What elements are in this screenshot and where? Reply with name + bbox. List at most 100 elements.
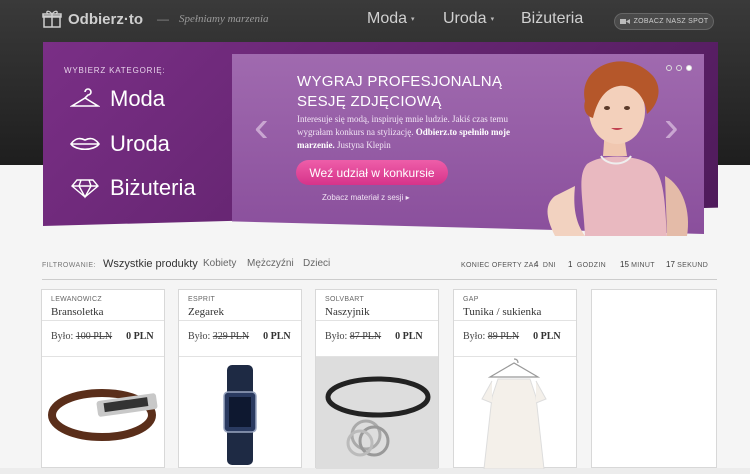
product-card[interactable]: LEWANOWICZ Bransoletka Było: 100 PLN 0 PL… xyxy=(41,289,165,468)
product-image xyxy=(316,356,438,469)
old-price: 89 PLN xyxy=(487,331,520,342)
product-card-empty xyxy=(591,289,717,468)
countdown-minutes-value: 15 xyxy=(620,260,629,269)
product-card[interactable]: GAP Tunika / sukienka Było: 89 PLN 0 PLN xyxy=(453,289,577,470)
diamond-icon xyxy=(71,179,99,199)
hanger-icon xyxy=(70,88,100,107)
slider-dot[interactable] xyxy=(666,65,672,71)
card-divider xyxy=(179,320,301,321)
tagline: Spełniamy marzenia xyxy=(179,13,269,25)
new-price: 0 PLN xyxy=(263,331,291,342)
nav-moda[interactable]: Moda ▾ xyxy=(367,10,415,28)
filter-label: FILTROWANIE: xyxy=(42,262,96,269)
filter-tab-all[interactable]: Wszystkie produkty xyxy=(103,258,198,270)
countdown-label: KONIEC OFERTY ZA: xyxy=(461,260,536,269)
product-price: Było: 100 PLN 0 PLN xyxy=(51,331,154,342)
countdown-minutes: 15 MINUT xyxy=(620,260,655,269)
countdown-days-label: DNI xyxy=(542,262,556,269)
filter-divider xyxy=(42,279,717,280)
countdown-seconds-value: 17 xyxy=(666,260,675,269)
bracelet-image xyxy=(48,389,158,441)
countdown-seconds: 17 SEKUND xyxy=(666,260,708,269)
product-brand: ESPRIT xyxy=(188,296,216,303)
new-price: 0 PLN xyxy=(126,331,154,342)
model-photo xyxy=(547,61,689,236)
logo-separator: — xyxy=(157,12,169,26)
product-price: Było: 329 PLN 0 PLN xyxy=(188,331,291,342)
was-label: Było: xyxy=(463,331,486,342)
category-uroda[interactable]: Uroda xyxy=(70,131,170,157)
filter-tab-kids[interactable]: Dzieci xyxy=(303,258,330,269)
watch-image xyxy=(223,365,257,465)
product-brand: GAP xyxy=(463,296,479,303)
countdown-hours-label: GODZIN xyxy=(576,262,606,269)
slider-dot[interactable] xyxy=(676,65,682,71)
product-brand: LEWANOWICZ xyxy=(51,296,102,303)
product-price: Było: 89 PLN 0 PLN xyxy=(463,331,561,342)
spot-button[interactable]: ZOBACZ NASZ SPOT xyxy=(614,13,714,30)
nav-uroda-label: Uroda xyxy=(443,10,487,27)
slider-dot-active[interactable] xyxy=(686,65,692,71)
new-price: 0 PLN xyxy=(395,331,423,342)
gift-icon xyxy=(42,10,62,28)
old-price: 329 PLN xyxy=(212,331,250,342)
countdown-days: 4 DNI xyxy=(534,260,556,269)
product-image xyxy=(179,356,301,469)
card-divider xyxy=(316,320,438,321)
countdown-minutes-label: MINUT xyxy=(631,262,655,269)
category-moda[interactable]: Moda xyxy=(70,86,165,112)
video-camera-icon xyxy=(619,19,630,24)
product-card[interactable]: ESPRIT Zegarek Było: 329 PLN 0 PLN xyxy=(178,289,302,468)
dress-image xyxy=(481,358,547,470)
session-link-label: Zobacz materiał z sesji xyxy=(322,193,404,202)
product-name: Zegarek xyxy=(188,306,225,318)
product-name: Tunika / sukienka xyxy=(463,306,542,318)
countdown-seconds-label: SEKUND xyxy=(677,262,709,269)
slider-dots xyxy=(666,65,692,71)
nav-bizuteria-label: Biżuteria xyxy=(521,10,584,27)
category-label: Uroda xyxy=(110,131,170,156)
countdown-days-value: 4 xyxy=(534,260,539,269)
card-divider xyxy=(454,320,576,321)
category-header: WYBIERZ KATEGORIĘ: xyxy=(64,66,166,75)
countdown-label-text: KONIEC OFERTY ZA: xyxy=(461,262,536,269)
new-price: 0 PLN xyxy=(533,331,561,342)
chevron-down-icon: ▾ xyxy=(411,16,415,23)
category-label: Moda xyxy=(110,86,166,111)
contest-button[interactable]: Weź udział w konkursie xyxy=(296,160,448,185)
necklace-image xyxy=(325,376,431,457)
lips-icon xyxy=(70,137,100,151)
was-label: Było: xyxy=(188,331,211,342)
was-label: Było: xyxy=(51,331,74,342)
filter-tab-women[interactable]: Kobiety xyxy=(203,258,236,269)
nav-moda-label: Moda xyxy=(367,10,408,27)
product-image xyxy=(42,356,164,469)
nav-bizuteria[interactable]: Biżuteria xyxy=(521,10,583,28)
logo-text: Odbierz·to xyxy=(68,10,143,28)
countdown-hours-value: 1 xyxy=(568,260,573,269)
category-bizuteria[interactable]: Biżuteria xyxy=(70,175,196,201)
product-name: Naszyjnik xyxy=(325,306,370,318)
countdown-hours: 1 GODZIN xyxy=(568,260,606,269)
product-brand: SOLVBART xyxy=(325,296,365,303)
chevron-down-icon: ▾ xyxy=(490,16,495,23)
promo-text: Interesuje się modą, inspiruję mnie ludz… xyxy=(297,113,537,152)
was-label: Było: xyxy=(325,331,348,342)
slider-prev-arrow[interactable]: ‹ xyxy=(254,105,269,149)
card-divider xyxy=(42,320,164,321)
session-link[interactable]: Zobacz materiał z sesji ▸ xyxy=(322,193,410,202)
nav-uroda[interactable]: Uroda ▾ xyxy=(443,10,494,28)
product-image xyxy=(454,356,576,470)
product-price: Było: 87 PLN 0 PLN xyxy=(325,331,423,342)
product-card[interactable]: SOLVBART Naszyjnik Było: 87 PLN 0 PLN xyxy=(315,289,439,469)
category-label: Biżuteria xyxy=(110,175,196,200)
arrow-right-icon: ▸ xyxy=(405,193,410,202)
logo[interactable]: Odbierz·to — Spełniamy marzenia xyxy=(42,7,269,31)
spot-button-label: ZOBACZ NASZ SPOT xyxy=(633,18,709,25)
old-price: 87 PLN xyxy=(349,331,382,342)
old-price: 100 PLN xyxy=(75,331,113,342)
promo-title: WYGRAJ PROFESJONALNĄ SESJĘ ZDJĘCIOWĄ xyxy=(297,73,503,110)
product-name: Bransoletka xyxy=(51,306,104,318)
filter-tab-men[interactable]: Mężczyźni xyxy=(247,258,294,269)
promo-author: Justyna Klepin xyxy=(336,140,391,150)
